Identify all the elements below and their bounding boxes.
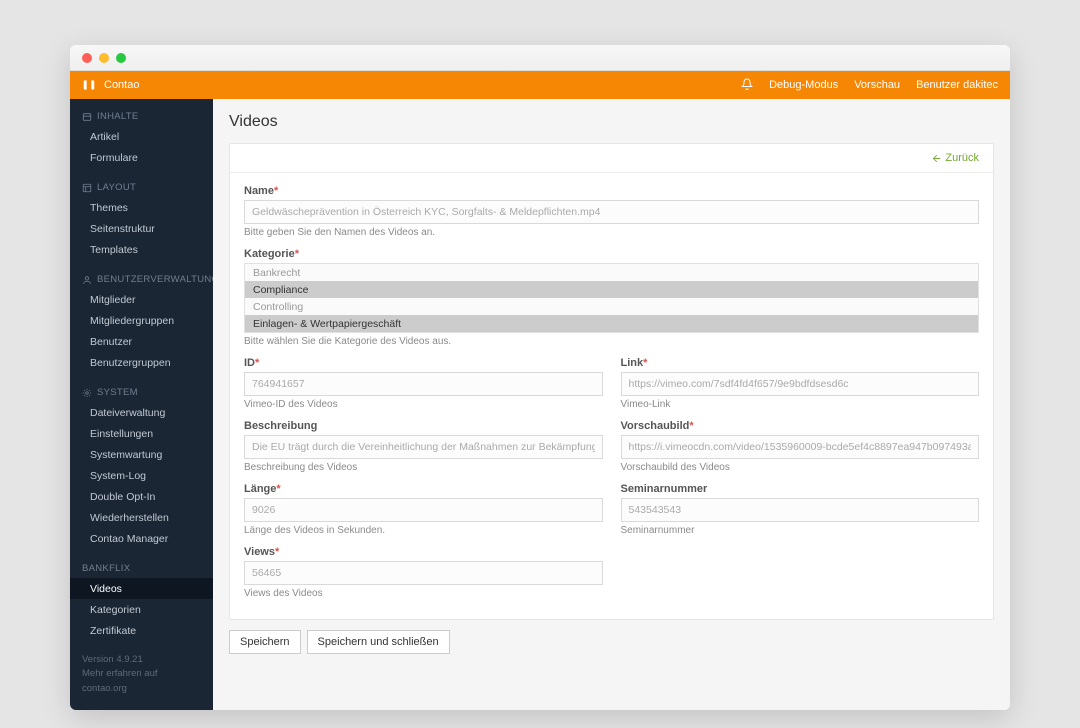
more-link[interactable]: Mehr erfahren auf contao.org (82, 667, 201, 696)
id-help: Vimeo-ID des Videos (244, 399, 603, 410)
window-max-dot[interactable] (116, 53, 126, 63)
views-label: Views (244, 546, 275, 558)
debug-link[interactable]: Debug-Modus (769, 79, 838, 91)
sidebar-item-contao-manager[interactable]: Contao Manager (70, 528, 213, 549)
sidebar-item-kategorien[interactable]: Kategorien (70, 599, 213, 620)
field-id: ID* Vimeo-ID des Videos (244, 357, 603, 410)
sidebar-item-double-opt-in[interactable]: Double Opt-In (70, 486, 213, 507)
version-label: Version 4.9.21 (82, 653, 201, 667)
bell-icon[interactable] (741, 78, 753, 93)
sidebar-item-mitgliedergruppen[interactable]: Mitgliedergruppen (70, 310, 213, 331)
kategorie-help: Bitte wählen Sie die Kategorie des Video… (244, 336, 979, 347)
sidebar-heading: SYSTEM (70, 381, 213, 402)
field-views: Views* Views des Videos (244, 546, 603, 599)
field-laenge: Länge* Länge des Videos in Sekunden. (244, 483, 603, 536)
sidebar-heading: LAYOUT (70, 176, 213, 197)
sidebar-item-benutzer[interactable]: Benutzer (70, 331, 213, 352)
kategorie-option[interactable]: Bankrecht (245, 264, 978, 281)
beschreibung-input[interactable] (244, 435, 603, 459)
kategorie-select[interactable]: BankrechtComplianceControllingEinlagen- … (244, 263, 979, 333)
name-label: Name (244, 185, 274, 197)
back-label: Zurück (945, 152, 979, 164)
sidebar-item-templates[interactable]: Templates (70, 239, 213, 260)
window-min-dot[interactable] (99, 53, 109, 63)
save-button[interactable]: Speichern (229, 630, 301, 654)
laenge-label: Länge (244, 483, 276, 495)
id-label: ID (244, 357, 255, 369)
vorschaubild-label: Vorschaubild (621, 420, 690, 432)
seminarnummer-label: Seminarnummer (621, 483, 708, 495)
vorschaubild-help: Vorschaubild des Videos (621, 462, 980, 473)
sidebar-item-benutzergruppen[interactable]: Benutzergruppen (70, 352, 213, 373)
window-close-dot[interactable] (82, 53, 92, 63)
sidebar-heading: BENUTZERVERWALTUNG (70, 268, 213, 289)
sidebar-item-zertifikate[interactable]: Zertifikate (70, 620, 213, 641)
laenge-input[interactable] (244, 498, 603, 522)
form-panel: Zurück Name* Bitte geben Sie den Namen d… (229, 143, 994, 620)
link-label: Link (621, 357, 644, 369)
link-help: Vimeo-Link (621, 399, 980, 410)
laenge-help: Länge des Videos in Sekunden. (244, 525, 603, 536)
field-kategorie: Kategorie* BankrechtComplianceControllin… (244, 248, 979, 347)
sidebar-item-videos[interactable]: Videos (70, 578, 213, 599)
views-help: Views des Videos (244, 588, 603, 599)
sidebar-item-systemwartung[interactable]: Systemwartung (70, 444, 213, 465)
sidebar-item-wiederherstellen[interactable]: Wiederherstellen (70, 507, 213, 528)
sidebar-item-system-log[interactable]: System-Log (70, 465, 213, 486)
sidebar-item-themes[interactable]: Themes (70, 197, 213, 218)
kategorie-option[interactable]: Einlagen- & Wertpapiergeschäft (245, 315, 978, 332)
top-bar: Contao Debug-Modus Vorschau Benutzer dak… (70, 71, 1010, 99)
field-name: Name* Bitte geben Sie den Namen des Vide… (244, 185, 979, 238)
link-input[interactable] (621, 372, 980, 396)
sidebar-item-seitenstruktur[interactable]: Seitenstruktur (70, 218, 213, 239)
sidebar-heading: INHALTE (70, 105, 213, 126)
name-input[interactable] (244, 200, 979, 224)
sidebar-heading: BANKFLIX (70, 557, 213, 578)
app-name[interactable]: Contao (104, 79, 139, 91)
window-titlebar (70, 45, 1010, 71)
main-content: Videos Zurück Name* Bitte geben Sie den … (213, 99, 1010, 710)
kategorie-label: Kategorie (244, 248, 295, 260)
sidebar-item-mitglieder[interactable]: Mitglieder (70, 289, 213, 310)
user-link[interactable]: Benutzer dakitec (916, 79, 998, 91)
preview-link[interactable]: Vorschau (854, 79, 900, 91)
kategorie-option[interactable]: Compliance (245, 281, 978, 298)
save-close-button[interactable]: Speichern und schließen (307, 630, 450, 654)
views-input[interactable] (244, 561, 603, 585)
kategorie-option[interactable]: Controlling (245, 298, 978, 315)
sidebar-item-dateiverwaltung[interactable]: Dateiverwaltung (70, 402, 213, 423)
back-arrow-icon (931, 153, 942, 164)
browser-window: Contao Debug-Modus Vorschau Benutzer dak… (70, 45, 1010, 710)
seminarnummer-input[interactable] (621, 498, 980, 522)
sidebar: INHALTEArtikelFormulare LAYOUTThemesSeite… (70, 99, 213, 710)
contao-logo-icon (82, 78, 96, 92)
beschreibung-help: Beschreibung des Videos (244, 462, 603, 473)
sidebar-item-einstellungen[interactable]: Einstellungen (70, 423, 213, 444)
sidebar-item-artikel[interactable]: Artikel (70, 126, 213, 147)
back-link[interactable]: Zurück (931, 152, 979, 164)
page-title: Videos (229, 113, 994, 131)
id-input[interactable] (244, 372, 603, 396)
sidebar-item-formulare[interactable]: Formulare (70, 147, 213, 168)
field-link: Link* Vimeo-Link (621, 357, 980, 410)
name-help: Bitte geben Sie den Namen des Videos an. (244, 227, 979, 238)
field-beschreibung: Beschreibung Beschreibung des Videos (244, 420, 603, 473)
beschreibung-label: Beschreibung (244, 420, 317, 432)
field-seminarnummer: Seminarnummer Seminarnummer (621, 483, 980, 536)
vorschaubild-input[interactable] (621, 435, 980, 459)
field-vorschaubild: Vorschaubild* Vorschaubild des Videos (621, 420, 980, 473)
seminarnummer-help: Seminarnummer (621, 525, 980, 536)
